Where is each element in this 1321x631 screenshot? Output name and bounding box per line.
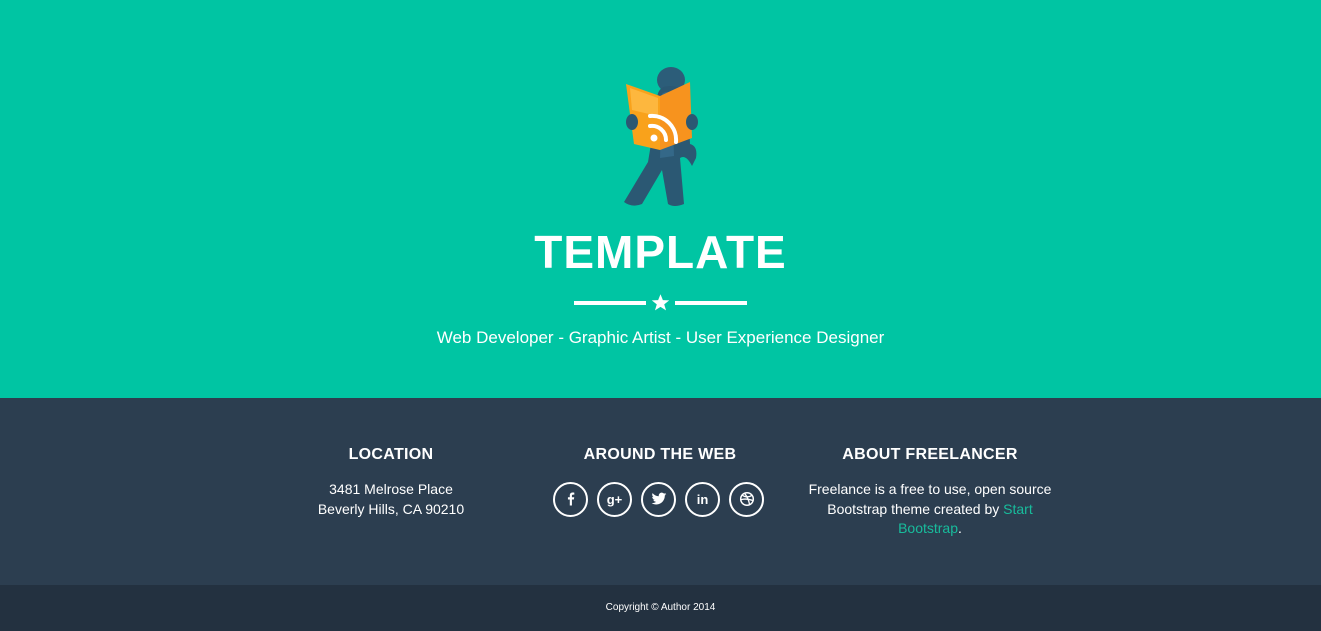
star-divider bbox=[574, 292, 747, 314]
facebook-button[interactable] bbox=[553, 482, 588, 517]
google-plus-button[interactable]: g+ bbox=[597, 482, 632, 517]
facebook-icon bbox=[567, 492, 574, 506]
location-heading: LOCATION bbox=[348, 446, 434, 463]
about-text: Freelance is a free to use, open source … bbox=[800, 480, 1060, 539]
rss-reader-mascot-icon bbox=[624, 67, 698, 206]
twitter-button[interactable] bbox=[641, 482, 676, 517]
address-line-1: 3481 Melrose Place bbox=[329, 481, 453, 497]
twitter-icon bbox=[651, 492, 666, 505]
around-the-web-heading: AROUND THE WEB bbox=[583, 446, 737, 463]
divider-line-left bbox=[574, 301, 646, 305]
copyright-bar: Copyright © Author 2014 bbox=[0, 585, 1321, 631]
dribbble-icon bbox=[739, 491, 754, 507]
footer-above: LOCATION 3481 Melrose Place Beverly Hill… bbox=[0, 398, 1321, 585]
page-title: TEMPLATE bbox=[534, 226, 787, 278]
dribbble-button[interactable] bbox=[729, 482, 764, 517]
linkedin-icon: in bbox=[696, 492, 709, 507]
about-heading: ABOUT FREELANCER bbox=[842, 446, 1018, 463]
linkedin-button[interactable]: in bbox=[685, 482, 720, 517]
social-buttons: g+ in bbox=[540, 482, 780, 518]
divider-line-right bbox=[675, 301, 747, 305]
about-column: ABOUT FREELANCER Freelance is a free to … bbox=[800, 442, 1060, 539]
star-icon bbox=[651, 294, 670, 311]
location-address: 3481 Melrose Place Beverly Hills, CA 902… bbox=[291, 480, 491, 519]
hero-subtitle: Web Developer - Graphic Artist - User Ex… bbox=[436, 328, 885, 347]
hero-section: TEMPLATE Web Developer - Graphic Artist … bbox=[0, 0, 1321, 398]
address-line-2: Beverly Hills, CA 90210 bbox=[317, 500, 465, 517]
location-column: LOCATION 3481 Melrose Place Beverly Hill… bbox=[291, 442, 491, 519]
around-the-web-column: AROUND THE WEB g+ in bbox=[540, 442, 780, 518]
about-text-end: . bbox=[958, 520, 962, 536]
copyright-text: Copyright © Author 2014 bbox=[605, 602, 716, 613]
google-plus-icon: g+ bbox=[606, 492, 623, 507]
